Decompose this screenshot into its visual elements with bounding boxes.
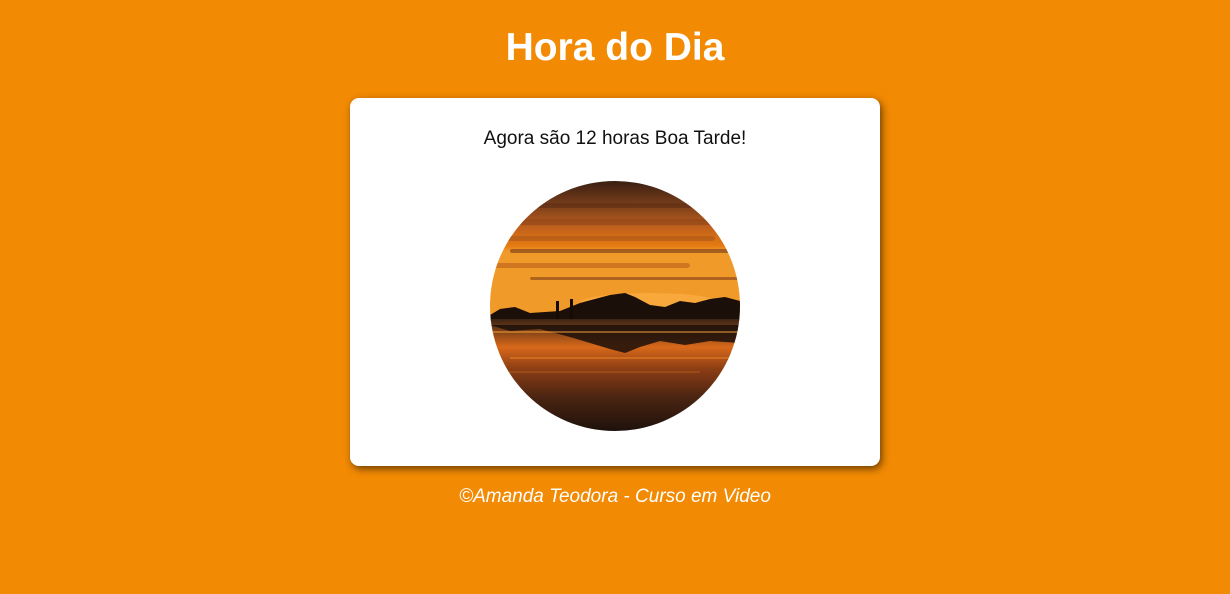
greeting-message: Agora são 12 horas Boa Tarde! <box>483 128 747 149</box>
sunset-photo <box>490 181 740 431</box>
page: Hora do Dia Agora são 12 horas Boa Tarde… <box>0 0 1230 594</box>
page-title: Hora do Dia <box>505 26 725 69</box>
time-card: Agora são 12 horas Boa Tarde! <box>350 98 880 466</box>
footer-credit: ©Amanda Teodora - Curso em Video <box>459 486 771 507</box>
